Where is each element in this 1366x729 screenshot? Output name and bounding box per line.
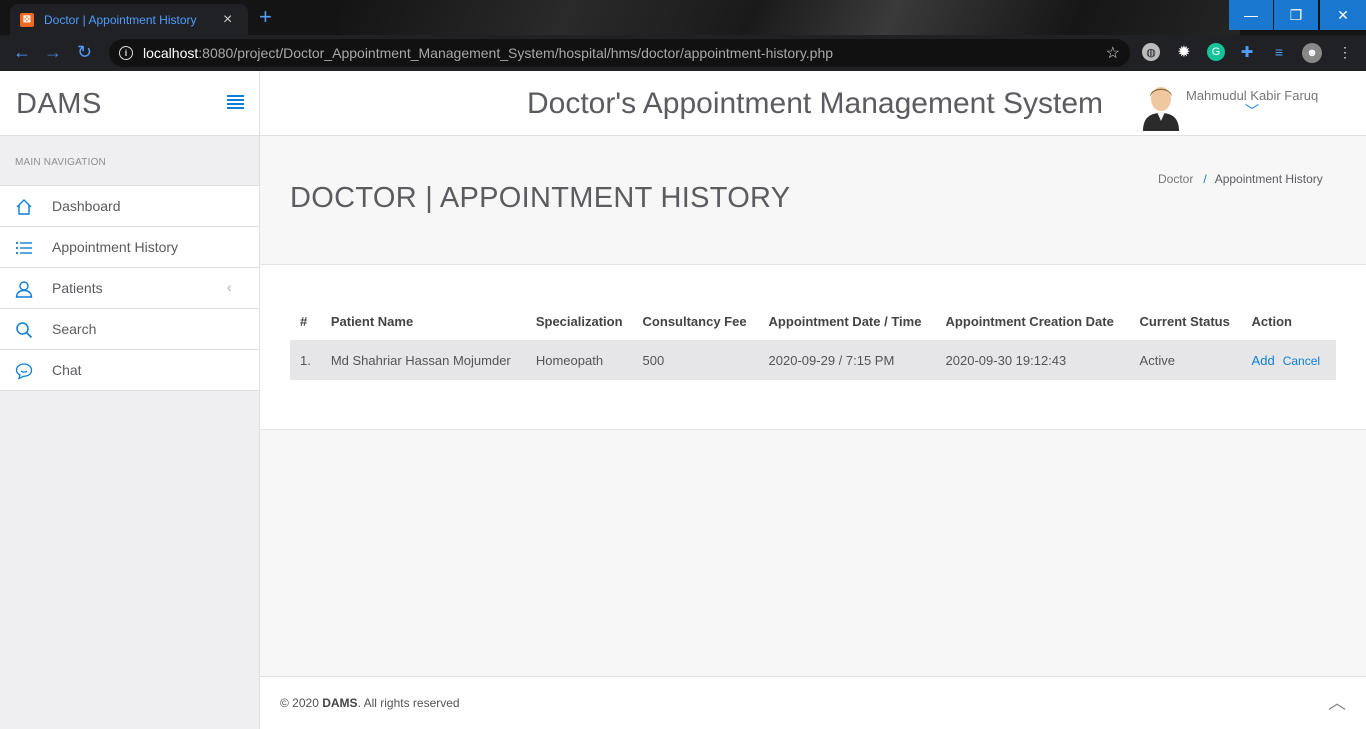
extensions-puzzle-icon[interactable]: ✚ (1238, 43, 1256, 61)
cell-patient-name: Md Shahriar Hassan Mojumder (320, 340, 526, 380)
cell-status: Active (1129, 340, 1242, 380)
browser-menu-icon[interactable]: ⋮ (1336, 43, 1354, 61)
app-header: DAMS Doctor's Appointment Management Sys… (0, 71, 1366, 136)
bookmark-star-icon[interactable]: ☆ (1106, 43, 1120, 63)
table-row: 1. Md Shahriar Hassan Mojumder Homeopath… (290, 340, 1336, 380)
window-restore-button[interactable]: ❐ (1274, 0, 1318, 30)
copyright-suffix: . All rights reserved (357, 696, 460, 710)
sidebar-item-label: Chat (52, 362, 82, 378)
user-icon (15, 281, 33, 298)
address-bar[interactable]: i localhost:8080/project/Doctor_Appointm… (109, 39, 1130, 67)
sidebar-item-label: Patients (52, 280, 103, 296)
cell-consultancy-fee: 500 (632, 340, 759, 380)
grammarly-extension-icon[interactable]: G (1207, 43, 1225, 61)
chevron-left-icon[interactable]: ‹ (227, 279, 232, 295)
cell-appointment-date: 2020-09-29 / 7:15 PM (758, 340, 936, 380)
appointment-history-table: # Patient Name Specialization Consultanc… (290, 303, 1336, 380)
col-header-action: Action (1251, 314, 1292, 329)
breadcrumb-current: Appointment History (1214, 172, 1323, 186)
brand-area: DAMS (0, 71, 260, 136)
sidebar-item-label: Search (52, 321, 97, 337)
browser-titlebar: ⊠ Doctor | Appointment History × + — ❐ ✕ (0, 0, 1366, 70)
cell-creation-date: 2020-09-30 19:12:43 (935, 340, 1130, 380)
media-queue-icon[interactable]: ≡ (1270, 43, 1288, 61)
site-info-icon[interactable]: i (119, 46, 133, 60)
col-header-consultancy-fee: Consultancy Fee (642, 314, 747, 329)
breadcrumb-doctor[interactable]: Doctor (1158, 172, 1193, 186)
page-header: DOCTOR | APPOINTMENT HISTORY Doctor / Appo… (260, 136, 1366, 265)
table-header-row: # Patient Name Specialization Consultanc… (290, 303, 1336, 340)
col-header-number: # (300, 314, 308, 329)
sidebar-toggle-icon[interactable] (227, 95, 244, 109)
sidebar-nav: Dashboard Appointment History Patients ‹ (0, 185, 259, 391)
window-close-button[interactable]: ✕ (1320, 0, 1366, 30)
col-header-current-status: Current Status (1139, 314, 1230, 329)
close-tab-icon[interactable]: × (223, 11, 232, 29)
col-header-appointment-date: Appointment Date / Time (768, 314, 922, 329)
chevron-down-icon[interactable]: ﹀ (1245, 101, 1259, 121)
sidebar-item-chat[interactable]: Chat (0, 350, 259, 391)
xampp-favicon-icon: ⊠ (20, 12, 34, 27)
col-header-creation-date: Appointment Creation Date (945, 314, 1114, 329)
cell-action: Add Cancel (1241, 340, 1336, 380)
main-content: DOCTOR | APPOINTMENT HISTORY Doctor / Appo… (260, 136, 1366, 729)
search-icon (16, 322, 33, 339)
profile-avatar-icon[interactable]: ☻ (1302, 43, 1322, 63)
sidebar-item-label: Appointment History (52, 239, 179, 255)
cell-number: 1. (290, 340, 321, 380)
url-path: :8080/project/Doctor_Appointment_Managem… (198, 45, 834, 61)
add-link[interactable]: Add (1252, 353, 1275, 368)
sidebar-item-dashboard[interactable]: Dashboard (0, 186, 259, 227)
new-tab-icon[interactable]: + (259, 6, 272, 28)
brand-logo[interactable]: DAMS (16, 88, 102, 121)
footer: © 2020 DAMS. All rights reserved ︿ (260, 676, 1366, 729)
chat-icon (15, 363, 33, 380)
sidebar-item-label: Dashboard (52, 198, 121, 214)
home-icon (16, 199, 32, 215)
sidebar-item-search[interactable]: Search (0, 309, 259, 350)
copyright-prefix: © 2020 (280, 696, 323, 710)
breadcrumb-separator: / (1203, 172, 1207, 186)
page-title: DOCTOR | APPOINTMENT HISTORY (290, 182, 791, 214)
cell-specialization: Homeopath (525, 340, 633, 380)
system-title: Doctor's Appointment Management System (527, 87, 1104, 120)
tab-title: Doctor | Appointment History (44, 12, 197, 27)
copyright-text: © 2020 DAMS. All rights reserved (280, 696, 460, 710)
sidebar: MAIN NAVIGATION Dashboard Appointment Hi… (0, 136, 260, 729)
user-avatar-icon[interactable] (1141, 81, 1181, 131)
forward-arrow-icon[interactable]: → (44, 42, 62, 63)
sidebar-item-appointment-history[interactable]: Appointment History (0, 227, 259, 268)
window-minimize-button[interactable]: — (1229, 0, 1273, 30)
browser-tab-active[interactable]: ⊠ Doctor | Appointment History × (10, 4, 248, 35)
sidebar-item-patients[interactable]: Patients ‹ (0, 268, 259, 309)
appointment-panel: # Patient Name Specialization Consultanc… (260, 265, 1366, 430)
cancel-link[interactable]: Cancel (1283, 354, 1320, 368)
col-header-patient-name: Patient Name (330, 314, 414, 329)
list-icon (15, 241, 32, 255)
globe-extension-icon[interactable]: ◍ (1142, 43, 1160, 61)
settings-extension-icon[interactable]: ✹ (1175, 43, 1193, 61)
reload-icon[interactable]: ↻ (77, 42, 92, 63)
scroll-top-chevron-up-icon[interactable]: ︿ (1328, 689, 1346, 715)
browser-toolbar: ← → ↻ i localhost:8080/project/Doctor_Ap… (0, 35, 1366, 71)
sidebar-heading: MAIN NAVIGATION (15, 157, 106, 168)
breadcrumb: Doctor / Appointment History (1158, 172, 1323, 186)
col-header-specialization: Specialization (535, 314, 623, 329)
copyright-brand: DAMS (322, 696, 358, 710)
back-arrow-icon[interactable]: ← (13, 42, 31, 63)
url-host: localhost (143, 45, 199, 61)
